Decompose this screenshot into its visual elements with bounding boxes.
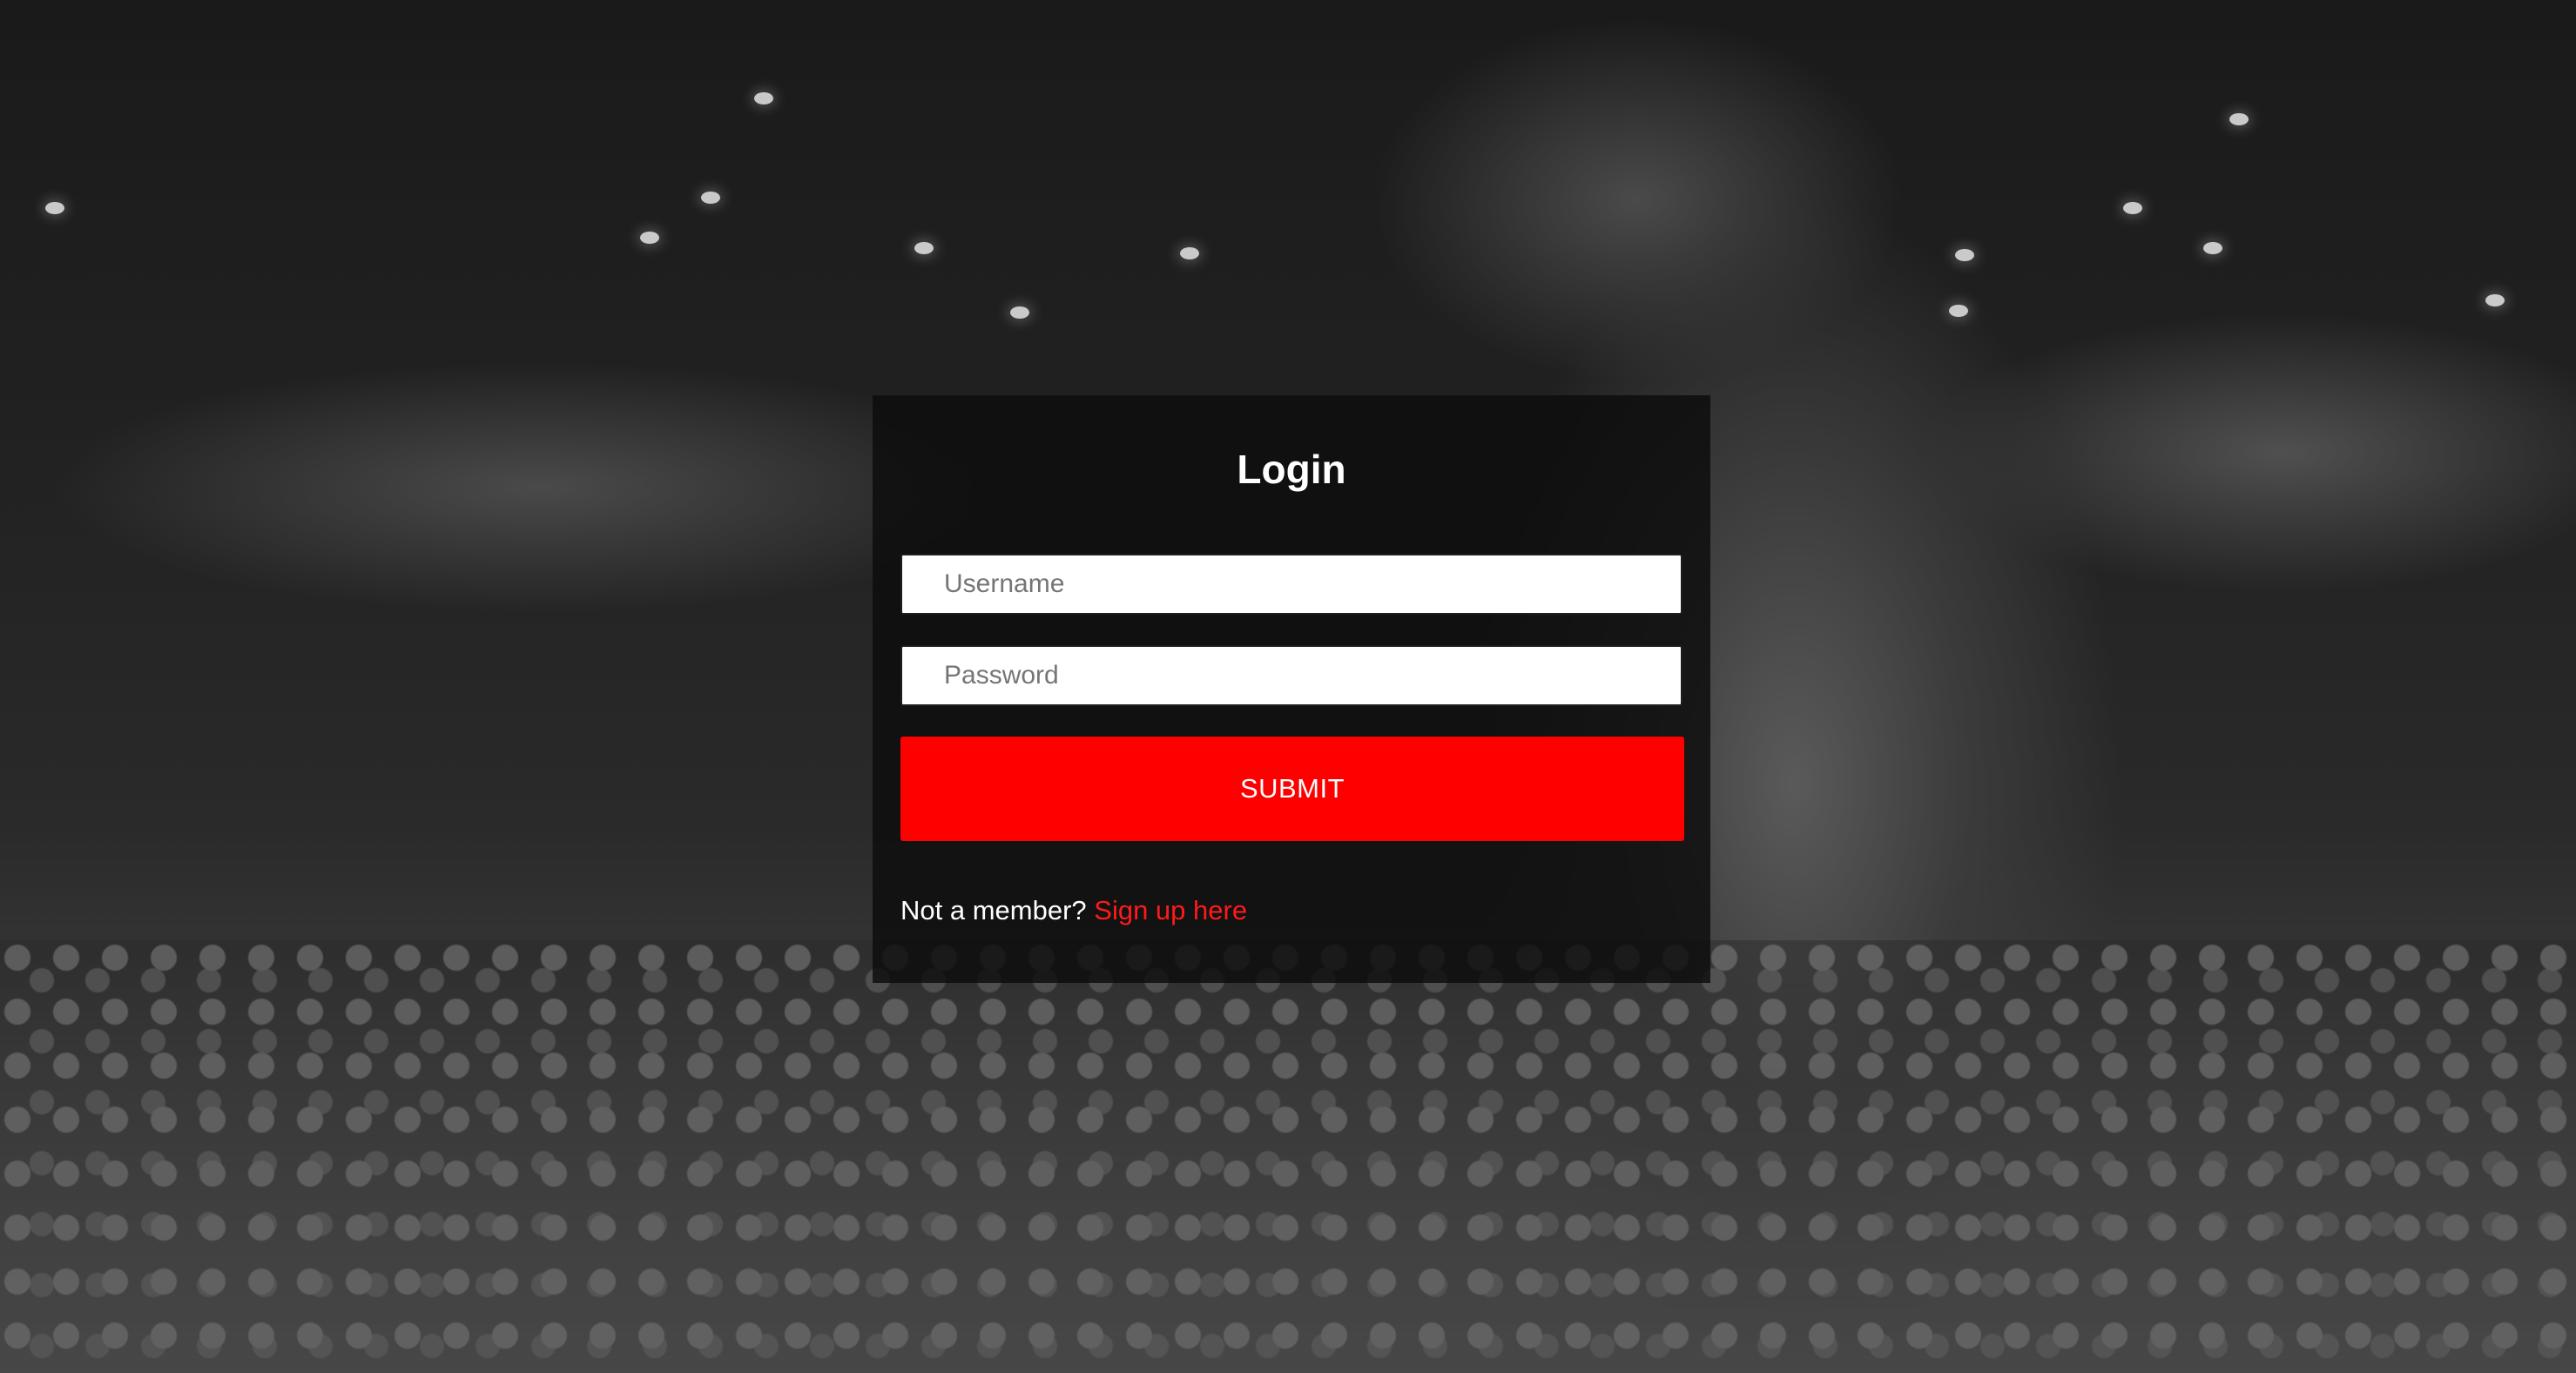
stage-light <box>1010 306 1029 319</box>
submit-button[interactable]: SUBMIT <box>900 737 1684 841</box>
username-input[interactable] <box>900 554 1682 615</box>
stage-light <box>1180 247 1199 259</box>
login-title: Login <box>1237 447 1346 492</box>
stage-light <box>701 192 720 204</box>
stage-light <box>754 92 773 104</box>
signup-row: Not a member? Sign up here <box>900 895 1247 926</box>
signup-link[interactable]: Sign up here <box>1094 895 1247 925</box>
stage-light <box>1949 305 1968 317</box>
stage-light <box>2123 202 2142 214</box>
stage-light <box>45 202 64 214</box>
password-input[interactable] <box>900 645 1682 706</box>
stage-light <box>2203 242 2222 254</box>
signup-prompt: Not a member? <box>900 895 1087 925</box>
stage-light <box>1955 249 1974 261</box>
login-card: Login SUBMIT Not a member? Sign up here <box>873 395 1710 983</box>
login-page: Login SUBMIT Not a member? Sign up here <box>0 0 2576 1373</box>
stage-light <box>2229 113 2249 125</box>
background-crowd <box>0 940 2576 1373</box>
stage-light <box>640 232 659 244</box>
stage-light <box>914 242 934 254</box>
stage-light <box>2485 294 2505 306</box>
